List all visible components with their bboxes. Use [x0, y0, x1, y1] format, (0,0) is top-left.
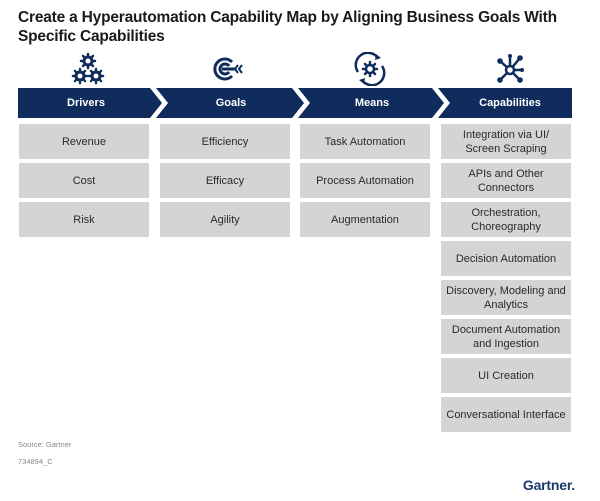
driver-item: Cost — [19, 163, 149, 198]
gear-cycle-icon — [354, 52, 386, 86]
capability-item: Integration via UI/ Screen Scraping — [441, 124, 571, 159]
header-goals: Goals — [215, 97, 247, 109]
network-hub-icon — [497, 54, 524, 83]
capability-item: APIs and Other Connectors — [441, 163, 571, 198]
source-note: Source: Gartner — [18, 440, 72, 449]
figure-id: 734894_C — [18, 457, 53, 466]
means-item: Augmentation — [300, 202, 430, 237]
target-arrow-icon — [213, 57, 243, 81]
capability-item: Document Automation and Ingestion — [441, 319, 571, 354]
means-column: Task Automation Process Automation Augme… — [300, 124, 430, 241]
process-header: Drivers Goals Means Capabilities — [18, 88, 572, 118]
means-item: Task Automation — [300, 124, 430, 159]
capability-item: Discovery, Modeling and Analytics — [441, 280, 571, 315]
capabilities-column: Integration via UI/ Screen Scraping APIs… — [441, 124, 571, 436]
gartner-logo: Gartner. — [522, 477, 575, 493]
gears-icon — [71, 52, 105, 85]
goal-item: Efficiency — [160, 124, 290, 159]
drivers-column: Revenue Cost Risk — [19, 124, 149, 241]
goal-item: Efficacy — [160, 163, 290, 198]
goals-column: Efficiency Efficacy Agility — [160, 124, 290, 241]
capability-item: UI Creation — [441, 358, 571, 393]
means-item: Process Automation — [300, 163, 430, 198]
header-capabilities: Capabilities — [479, 97, 541, 109]
driver-item: Risk — [19, 202, 149, 237]
page-title: Create a Hyperautomation Capability Map … — [18, 9, 557, 45]
capability-item: Decision Automation — [441, 241, 571, 276]
header-means: Means — [354, 97, 390, 109]
header-drivers: Drivers — [67, 97, 105, 109]
driver-item: Revenue — [19, 124, 149, 159]
capability-item: Conversational Interface — [441, 397, 571, 432]
goal-item: Agility — [160, 202, 290, 237]
capability-item: Orchestration, Choreography — [441, 202, 571, 237]
